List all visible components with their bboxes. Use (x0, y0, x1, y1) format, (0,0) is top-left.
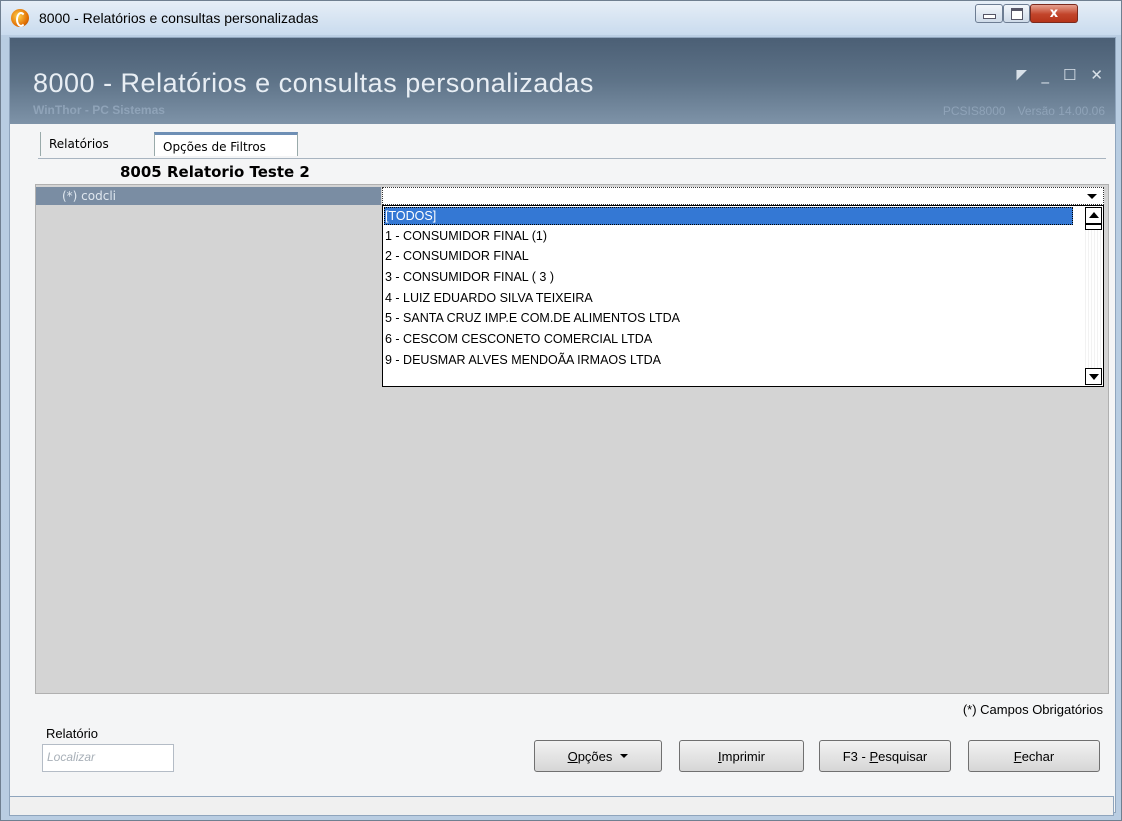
report-search-input[interactable]: Localizar (42, 744, 174, 772)
maximize-icon[interactable]: ☐ (1063, 66, 1076, 84)
search-button-label: F3 - Pesquisar (842, 748, 928, 764)
codcli-combobox[interactable] (382, 187, 1104, 205)
close-window-button[interactable]: Fechar (968, 740, 1100, 772)
application-window: 8000 - Relatórios e consultas personaliz… (0, 0, 1122, 821)
filter-label-codcli: (*) codcli (36, 187, 381, 205)
window-title: 8000 - Relatórios e consultas personaliz… (39, 10, 319, 26)
close-button[interactable]: x (1030, 4, 1078, 23)
chevron-down-icon (620, 754, 629, 758)
tab-divider (38, 158, 1106, 159)
report-search-label: Relatório (46, 726, 99, 741)
dropdown-option[interactable]: 1 - CONSUMIDOR FINAL (1) (384, 227, 547, 245)
dropdown-option[interactable]: [TODOS] (384, 207, 1073, 225)
routine-code: PCSIS8000 (942, 104, 1006, 118)
dropdown-option[interactable]: 3 - CONSUMIDOR FINAL ( 3 ) (384, 268, 554, 286)
routine-version: Versão 14.00.06 (1017, 104, 1105, 118)
options-button-label: Opções (567, 748, 613, 764)
routine-version-info: PCSIS8000 Versão 14.00.06 (931, 104, 1105, 118)
tab-relatorios[interactable]: Relatórios (40, 132, 150, 156)
options-button[interactable]: Opções (534, 740, 662, 772)
client-area: 8000 - Relatórios e consultas personaliz… (9, 37, 1116, 813)
required-fields-note: (*) Campos Obrigatórios (962, 702, 1103, 717)
report-title: 8005 Relatorio Teste 2 (120, 163, 310, 181)
dropdown-option[interactable]: 9 - DEUSMAR ALVES MENDOÃA IRMAOS LTDA (384, 351, 661, 369)
filter-grid: (*) codcli [TODOS] 1 - CONSUMIDOR FINAL … (35, 184, 1109, 694)
print-button[interactable]: Imprimir (679, 740, 804, 772)
status-bar (9, 796, 1114, 816)
header-window-controls: _ ☐ ✕ (1016, 66, 1103, 84)
close-icon: x (1049, 6, 1059, 21)
dropdown-option[interactable]: 6 - CESCOM CESCONETO COMERCIAL LTDA (384, 330, 652, 348)
close-button-label: Fechar (1013, 748, 1055, 764)
print-button-label: Imprimir (718, 748, 765, 764)
scroll-up-icon[interactable] (1085, 207, 1102, 224)
dropdown-scrollbar[interactable] (1085, 207, 1102, 385)
scroll-down-icon[interactable] (1085, 368, 1102, 385)
main-body: Relatórios Opções de Filtros 8005 Relato… (10, 124, 1115, 812)
tab-opcoes-de-filtros[interactable]: Opções de Filtros (154, 132, 298, 156)
dropdown-option[interactable]: 4 - LUIZ EDUARDO SILVA TEIXEIRA (384, 289, 593, 307)
minimize-icon (982, 14, 996, 19)
close-icon[interactable]: ✕ (1090, 66, 1103, 84)
routine-header: 8000 - Relatórios e consultas personaliz… (10, 38, 1115, 124)
dropdown-option[interactable]: 2 - CONSUMIDOR FINAL (384, 247, 529, 265)
app-logo-icon (11, 9, 29, 27)
vendor-subtitle: WinThor - PC Sistemas (33, 103, 165, 117)
scroll-thumb[interactable] (1085, 224, 1102, 230)
maximize-button[interactable] (1003, 4, 1030, 23)
chevron-down-icon[interactable] (1087, 194, 1097, 199)
minimize-button[interactable] (975, 4, 1003, 23)
minimize-icon[interactable]: _ (1041, 66, 1049, 84)
codcli-dropdown-list[interactable]: [TODOS] 1 - CONSUMIDOR FINAL (1) 2 - CON… (382, 205, 1104, 387)
search-button[interactable]: F3 - Pesquisar (819, 740, 951, 772)
dropdown-option[interactable]: 5 - SANTA CRUZ IMP.E COM.DE ALIMENTOS LT… (384, 309, 680, 327)
maximize-icon (1010, 7, 1023, 20)
restore-icon[interactable] (1016, 69, 1028, 81)
page-title: 8000 - Relatórios e consultas personaliz… (33, 68, 594, 98)
window-title-bar[interactable]: 8000 - Relatórios e consultas personaliz… (1, 1, 1121, 35)
